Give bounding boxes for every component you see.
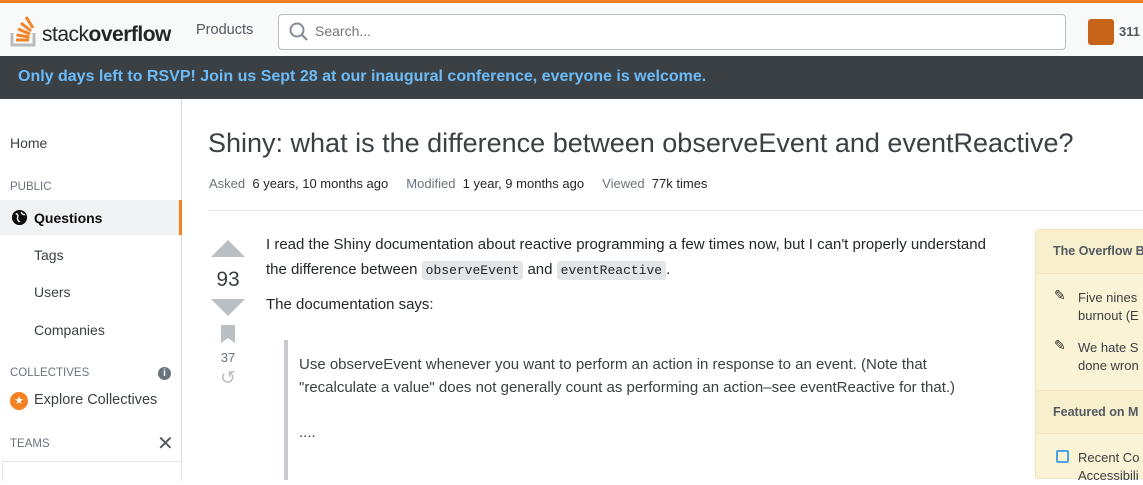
chat-bubble-icon bbox=[1056, 450, 1069, 463]
sidebar-heading-collectives: COLLECTIVES bbox=[10, 367, 90, 379]
quote-ellipsis: .... bbox=[299, 424, 316, 441]
blog-item-1[interactable]: Five nines burnout (E bbox=[1078, 289, 1139, 325]
inline-code: observeEvent bbox=[421, 261, 524, 280]
question-paragraph-2: The documentation says: bbox=[266, 296, 434, 313]
collectives-star-icon: ★ bbox=[10, 392, 28, 410]
text: We hate S bbox=[1078, 340, 1139, 355]
downvote-button[interactable] bbox=[211, 299, 245, 316]
sidebar-item-companies[interactable]: Companies bbox=[34, 322, 105, 338]
question-title[interactable]: Shiny: what is the difference between ob… bbox=[208, 128, 1074, 159]
blog-item-2[interactable]: We hate S done wron bbox=[1078, 339, 1139, 375]
sidebar-item-home[interactable]: Home bbox=[10, 135, 47, 151]
top-bar: stackoverflow Products 311 bbox=[0, 0, 1143, 56]
overflow-blog-widget: The Overflow Blog ✎ Five nines burnout (E… bbox=[1035, 229, 1143, 483]
text: and bbox=[523, 261, 557, 278]
left-sidebar: Home PUBLIC Questions Tags Users Compani… bbox=[0, 99, 182, 481]
text: burnout (E bbox=[1078, 308, 1139, 323]
logo-text-light: stack bbox=[42, 23, 89, 46]
text: done wron bbox=[1078, 358, 1139, 373]
upvote-button[interactable] bbox=[211, 240, 245, 257]
overflow-blog-heading: The Overflow Blog bbox=[1036, 230, 1143, 274]
vote-cell: 93 37 ↺ bbox=[208, 234, 248, 390]
search-input[interactable] bbox=[315, 23, 1015, 39]
teams-panel bbox=[2, 461, 182, 481]
quote-text: Use observeEvent whenever you want to pe… bbox=[299, 356, 956, 396]
text: Recent Co bbox=[1078, 450, 1140, 465]
announcement-banner[interactable]: Only days left to RSVP! Join us Sept 28 … bbox=[0, 56, 1143, 99]
sidebar-item-questions[interactable]: Questions bbox=[0, 200, 182, 235]
stack-overflow-logo-icon bbox=[10, 16, 36, 47]
blockquote: Use observeEvent whenever you want to pe… bbox=[284, 340, 964, 480]
sidebar-item-explore-collectives[interactable]: Explore Collectives bbox=[34, 392, 157, 408]
modified-value[interactable]: 1 year, 9 months ago bbox=[463, 176, 584, 191]
vote-count: 93 bbox=[216, 268, 240, 291]
sidebar-item-users[interactable]: Users bbox=[34, 284, 71, 300]
info-icon[interactable]: i bbox=[158, 367, 171, 380]
modified-label: Modified bbox=[406, 176, 456, 191]
featured-meta-heading: Featured on M bbox=[1036, 390, 1143, 434]
logo-text-bold: overflow bbox=[88, 23, 172, 46]
sidebar-item-tags[interactable]: Tags bbox=[34, 247, 64, 263]
user-avatar[interactable] bbox=[1088, 19, 1114, 45]
featured-item-1[interactable]: Recent Co Accessibili bbox=[1078, 449, 1139, 485]
globe-icon bbox=[11, 209, 28, 226]
text: . bbox=[666, 261, 671, 278]
asked-label: Asked bbox=[209, 176, 246, 191]
search-icon bbox=[289, 22, 308, 41]
search-box[interactable] bbox=[278, 14, 1066, 50]
text: Five nines bbox=[1078, 290, 1138, 305]
reputation-count: 311 bbox=[1119, 24, 1140, 39]
pencil-icon: ✎ bbox=[1054, 337, 1066, 353]
products-menu[interactable]: Products bbox=[196, 22, 253, 38]
sidebar-heading-teams: TEAMS bbox=[10, 438, 50, 450]
inline-code: eventReactive bbox=[556, 261, 667, 280]
pencil-icon: ✎ bbox=[1054, 287, 1066, 303]
question-meta: Asked 6 years, 10 months ago Modified 1 … bbox=[209, 176, 707, 191]
history-icon[interactable]: ↺ bbox=[208, 367, 248, 390]
viewed-value: 77k times bbox=[651, 176, 708, 191]
bookmark-count: 37 bbox=[220, 350, 236, 365]
title-divider bbox=[208, 210, 1143, 211]
sidebar-item-questions-label: Questions bbox=[34, 210, 103, 226]
sidebar-heading-public: PUBLIC bbox=[10, 181, 52, 193]
asked-value: 6 years, 10 months ago bbox=[252, 176, 389, 191]
question-paragraph-1: I read the Shiny documentation about rea… bbox=[266, 232, 986, 283]
viewed-label: Viewed bbox=[602, 176, 645, 191]
bookmark-icon[interactable] bbox=[221, 325, 235, 343]
stack-overflow-logo[interactable]: stackoverflow bbox=[10, 13, 171, 47]
question-body: I read the Shiny documentation about rea… bbox=[266, 232, 986, 317]
close-icon[interactable]: ✕ bbox=[157, 431, 174, 456]
